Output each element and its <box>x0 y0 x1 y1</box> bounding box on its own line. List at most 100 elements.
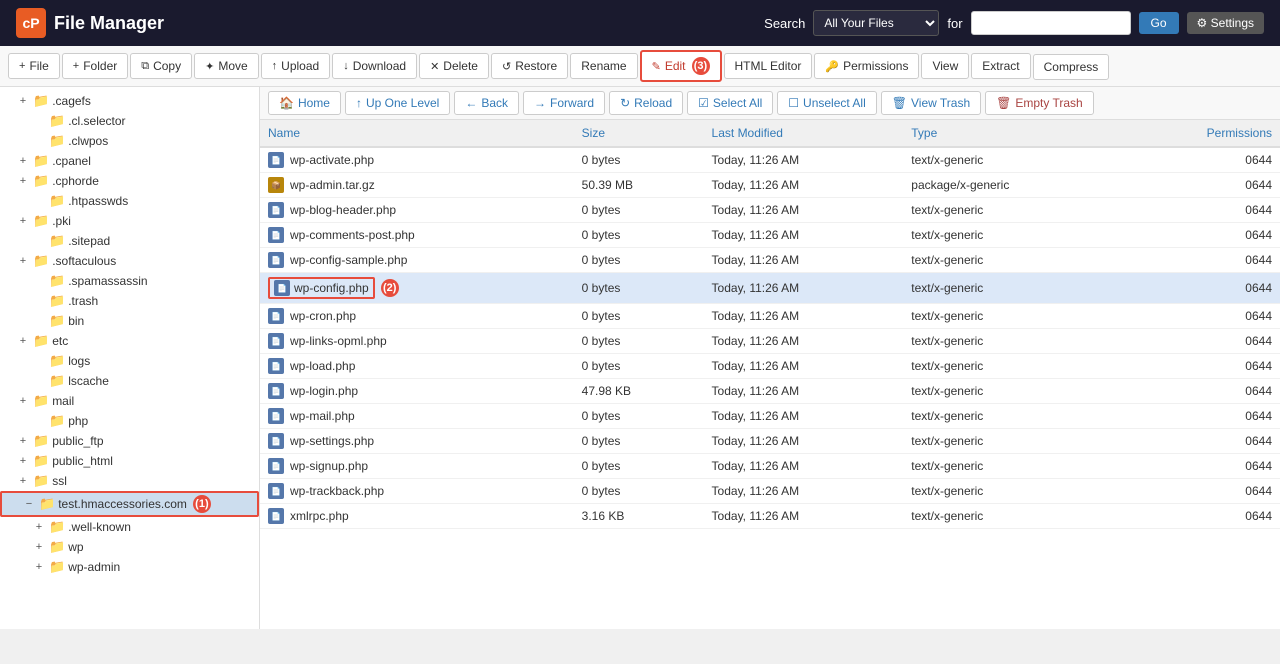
sidebar-item-bin[interactable]: 📁 bin <box>0 311 259 331</box>
file-name: wp-admin.tar.gz <box>290 178 375 192</box>
sidebar-item-etc[interactable]: + 📁 etc <box>0 331 259 351</box>
col-permissions[interactable]: Permissions <box>1123 120 1280 147</box>
file-name: wp-config.php <box>294 281 369 295</box>
file-type-cell: text/x-generic <box>903 454 1123 479</box>
file-modified-cell: Today, 11:26 AM <box>704 248 904 273</box>
file-name: wp-trackback.php <box>290 484 384 498</box>
sidebar-item-label: .sitepad <box>68 234 110 248</box>
up-one-level-button[interactable]: ↑ Up One Level <box>345 91 450 115</box>
table-row[interactable]: 📄wp-blog-header.php0 bytesToday, 11:26 A… <box>260 198 1280 223</box>
sidebar-item-ssl[interactable]: + 📁 ssl <box>0 471 259 491</box>
sidebar-item-cl-selector[interactable]: 📁 .cl.selector <box>0 111 259 131</box>
table-row[interactable]: 📄wp-config.php(2)0 bytesToday, 11:26 AMt… <box>260 273 1280 304</box>
upload-button[interactable]: ↑ Upload <box>261 53 331 79</box>
toggle-icon: + <box>32 521 46 533</box>
file-permissions-cell: 0644 <box>1123 454 1280 479</box>
restore-button[interactable]: ↺ Restore <box>491 53 568 79</box>
file-modified-cell: Today, 11:26 AM <box>704 173 904 198</box>
col-name[interactable]: Name <box>260 120 574 147</box>
file-name-cell: 📄wp-links-opml.php <box>260 329 574 353</box>
file-type-icon: 📄 <box>268 508 284 524</box>
sidebar-item-sitepad[interactable]: 📁 .sitepad <box>0 231 259 251</box>
view-button[interactable]: View <box>921 53 969 79</box>
table-row[interactable]: 📄wp-links-opml.php0 bytesToday, 11:26 AM… <box>260 329 1280 354</box>
permissions-button[interactable]: 🔑 Permissions <box>814 53 919 79</box>
html-editor-button[interactable]: HTML Editor <box>724 53 813 79</box>
file-size-cell: 0 bytes <box>574 354 704 379</box>
table-row[interactable]: 📄wp-settings.php0 bytesToday, 11:26 AMte… <box>260 429 1280 454</box>
sidebar-item-lscache[interactable]: 📁 lscache <box>0 371 259 391</box>
delete-icon: ✕ <box>430 60 439 73</box>
sidebar-item-trash[interactable]: 📁 .trash <box>0 291 259 311</box>
edit-label: Edit <box>665 59 686 73</box>
sidebar-item-clwpos[interactable]: 📁 .clwpos <box>0 131 259 151</box>
sidebar-item-cphorde[interactable]: + 📁 .cphorde <box>0 171 259 191</box>
search-scope-select[interactable]: All Your Files Current Directory File Na… <box>813 10 939 36</box>
table-row[interactable]: 📄wp-login.php47.98 KBToday, 11:26 AMtext… <box>260 379 1280 404</box>
table-row[interactable]: 📦wp-admin.tar.gz50.39 MBToday, 11:26 AMp… <box>260 173 1280 198</box>
table-row[interactable]: 📄wp-mail.php0 bytesToday, 11:26 AMtext/x… <box>260 404 1280 429</box>
forward-button[interactable]: → Forward <box>523 91 605 115</box>
sidebar-item-pki[interactable]: + 📁 .pki <box>0 211 259 231</box>
compress-button[interactable]: Compress <box>1033 54 1110 80</box>
col-size[interactable]: Size <box>574 120 704 147</box>
sidebar-item-cpanel[interactable]: + 📁 .cpanel <box>0 151 259 171</box>
sidebar-item-test-hmaccessories[interactable]: − 📁 test.hmaccessories.com (1) <box>0 491 259 517</box>
table-row[interactable]: 📄wp-signup.php0 bytesToday, 11:26 AMtext… <box>260 454 1280 479</box>
edit-button[interactable]: ✎ Edit (3) <box>640 50 722 82</box>
back-label: Back <box>481 96 508 110</box>
sidebar-item-public-html[interactable]: + 📁 public_html <box>0 451 259 471</box>
sidebar-item-php[interactable]: 📁 php <box>0 411 259 431</box>
table-row[interactable]: 📄wp-cron.php0 bytesToday, 11:26 AMtext/x… <box>260 304 1280 329</box>
file-size-cell: 0 bytes <box>574 454 704 479</box>
sidebar-item-well-known[interactable]: + 📁 .well-known <box>0 517 259 537</box>
table-row[interactable]: 📄wp-config-sample.php0 bytesToday, 11:26… <box>260 248 1280 273</box>
file-name: wp-comments-post.php <box>290 228 415 242</box>
copy-button[interactable]: ⧉ Copy <box>130 53 192 79</box>
file-name: wp-config-sample.php <box>290 253 407 267</box>
select-all-button[interactable]: ☑ Select All <box>687 91 773 115</box>
col-modified[interactable]: Last Modified <box>704 120 904 147</box>
table-row[interactable]: 📄wp-trackback.php0 bytesToday, 11:26 AMt… <box>260 479 1280 504</box>
col-type[interactable]: Type <box>903 120 1123 147</box>
file-name-cell: 📄wp-login.php <box>260 379 574 403</box>
empty-trash-button[interactable]: 🗑 Empty Trash <box>985 91 1094 115</box>
restore-label: Restore <box>515 59 557 73</box>
new-file-button[interactable]: + File <box>8 53 60 79</box>
sidebar-item-cagefs[interactable]: + 📁 .cagefs <box>0 91 259 111</box>
reload-button[interactable]: ↻ Reload <box>609 91 683 115</box>
extract-button[interactable]: Extract <box>971 53 1030 79</box>
sidebar-item-mail[interactable]: + 📁 mail <box>0 391 259 411</box>
unselect-all-label: Unselect All <box>803 96 866 110</box>
settings-button[interactable]: ⚙ Settings <box>1187 12 1264 34</box>
unselect-all-button[interactable]: ☐ Unselect All <box>777 91 876 115</box>
download-button[interactable]: ↓ Download <box>332 53 417 79</box>
sidebar-item-wp-admin[interactable]: + 📁 wp-admin <box>0 557 259 577</box>
sidebar-item-label: .trash <box>68 294 98 308</box>
home-button[interactable]: 🏠 Home <box>268 91 341 115</box>
toggle-icon: + <box>16 335 30 347</box>
file-permissions-cell: 0644 <box>1123 248 1280 273</box>
sidebar-item-htpasswds[interactable]: 📁 .htpasswds <box>0 191 259 211</box>
sidebar-item-wp[interactable]: + 📁 wp <box>0 537 259 557</box>
move-button[interactable]: ✦ Move <box>194 53 259 79</box>
delete-button[interactable]: ✕ Delete <box>419 53 489 79</box>
nav-bar: 🏠 Home ↑ Up One Level ← Back → Forward ↻… <box>260 87 1280 120</box>
sidebar-item-softaculous[interactable]: + 📁 .softaculous <box>0 251 259 271</box>
table-row[interactable]: 📄wp-comments-post.php0 bytesToday, 11:26… <box>260 223 1280 248</box>
search-input[interactable] <box>971 11 1131 35</box>
folder-icon: 📁 <box>49 113 65 129</box>
table-row[interactable]: 📄xmlrpc.php3.16 KBToday, 11:26 AMtext/x-… <box>260 504 1280 529</box>
sidebar-item-logs[interactable]: 📁 logs <box>0 351 259 371</box>
back-button[interactable]: ← Back <box>454 91 519 115</box>
rename-button[interactable]: Rename <box>570 53 637 79</box>
search-go-button[interactable]: Go <box>1139 12 1179 34</box>
view-trash-button[interactable]: 🗑 View Trash <box>881 91 981 115</box>
folder-icon: 📁 <box>49 313 65 329</box>
table-row[interactable]: 📄wp-activate.php0 bytesToday, 11:26 AMte… <box>260 147 1280 173</box>
sidebar-item-label: php <box>68 414 88 428</box>
table-row[interactable]: 📄wp-load.php0 bytesToday, 11:26 AMtext/x… <box>260 354 1280 379</box>
sidebar-item-public-ftp[interactable]: + 📁 public_ftp <box>0 431 259 451</box>
new-folder-button[interactable]: + Folder <box>62 53 128 79</box>
sidebar-item-spamassassin[interactable]: 📁 .spamassassin <box>0 271 259 291</box>
